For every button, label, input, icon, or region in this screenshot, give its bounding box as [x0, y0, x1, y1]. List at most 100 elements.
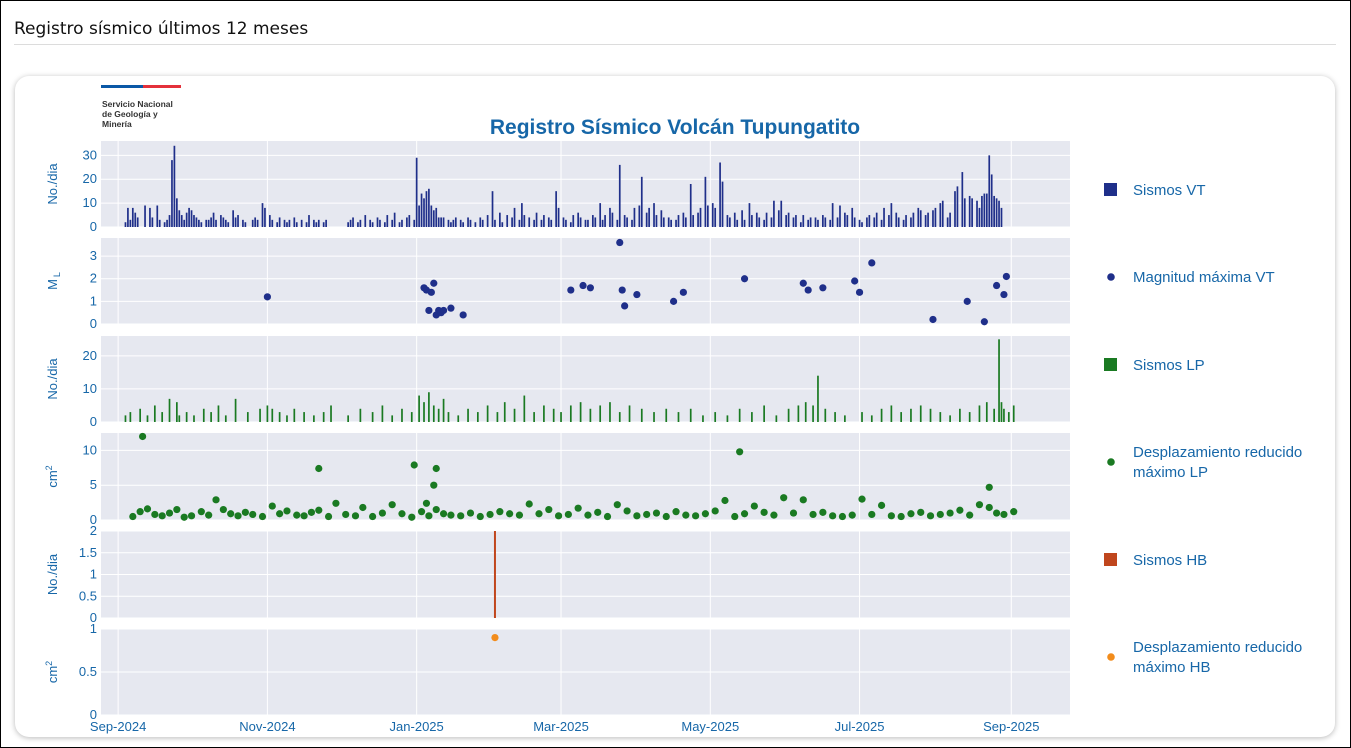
panel-lp-bar	[609, 402, 611, 422]
panel-lp-ytick-label: 10	[83, 381, 97, 396]
panel-ml-point	[804, 286, 812, 294]
panel-dr_lp-point	[907, 510, 915, 518]
panel-dr_lp-point	[398, 510, 406, 518]
panel-dr_lp-point	[187, 512, 196, 520]
panel-dr_lp-point	[496, 508, 504, 516]
panel-vt-bar	[459, 219, 462, 227]
panel-vt-bar	[949, 212, 951, 227]
panel-dr_lp-point	[165, 509, 174, 517]
panel-lp-bar	[919, 405, 922, 422]
panel-vt-bar	[420, 193, 423, 227]
panel-dr_lp-point	[750, 502, 758, 510]
panel-vt-bar	[357, 222, 359, 227]
panel-dr_lp-point	[425, 512, 433, 520]
panel-dr_lp-point	[506, 510, 514, 518]
panel-vt-bar	[611, 212, 614, 227]
panel-vt-bar	[689, 184, 692, 227]
panel-lp-bar	[552, 408, 555, 422]
panel-dr_lp-point	[584, 511, 592, 519]
panel-dr_lp-point	[283, 507, 291, 515]
panel-vt-bar	[640, 176, 643, 227]
panel-vt-bar	[163, 222, 166, 227]
panel-lp-bar	[653, 412, 655, 422]
panel-lp-bar	[844, 415, 846, 422]
panel-vt-bar	[308, 215, 310, 227]
panel-vt-bar	[777, 210, 780, 227]
panel-vt-bar	[682, 212, 685, 227]
panel-lp-bar	[437, 408, 440, 422]
panel-vt-bar	[978, 207, 981, 227]
panel-vt-bar	[386, 215, 389, 227]
panel-dr_lp-point	[682, 511, 690, 519]
panel-vt-ytick-label: 20	[83, 171, 97, 186]
panel-dr_lp-point	[525, 500, 533, 508]
panel-vt-bar	[428, 188, 430, 227]
panel-vt-bar	[853, 217, 856, 227]
panel-vt-bar	[910, 217, 912, 227]
panel-vt-bar	[418, 205, 420, 227]
panel-dr_lp-point	[887, 512, 895, 520]
panel-vt-bar	[268, 215, 271, 227]
panel-vt-bar	[469, 219, 472, 227]
panel-vt-bar	[961, 172, 964, 227]
panel-vt-bar	[773, 200, 775, 227]
panel-vt-bar	[479, 217, 482, 227]
panel-vt-bar	[565, 219, 567, 227]
panel-vt-bar	[577, 212, 580, 227]
panel-vt-bar	[317, 219, 320, 227]
panel-dr_lp-point	[789, 509, 798, 517]
panel-vt-bar	[481, 219, 484, 227]
legend-vt-label: Sismos VT	[1133, 182, 1206, 199]
panel-dr_lp-point	[868, 510, 876, 519]
panel-dr_lp-point	[1010, 508, 1018, 516]
panel-lp-bar	[677, 412, 680, 422]
panel-vt-bar	[513, 207, 516, 227]
panel-lp-bar	[834, 412, 836, 422]
panel-lp-bar	[599, 405, 602, 422]
panel-vt-bar	[521, 203, 523, 227]
panel-vt-bar	[447, 219, 450, 227]
panel-vt-bar	[315, 222, 318, 227]
panel-vt-bar	[751, 215, 753, 227]
panel-vt-bar	[765, 212, 768, 227]
panel-vt-bar	[851, 207, 854, 227]
panel-vt-bar	[494, 219, 496, 227]
panel-lp-bar	[689, 408, 692, 422]
panel-vt-bar	[322, 222, 325, 227]
panel-ml-ytick-label: 0	[90, 316, 97, 331]
chart-card: Servicio Nacional de Geología y Minería …	[15, 76, 1335, 737]
panel-vt-bar	[829, 219, 832, 227]
panel-lp-bar	[929, 408, 932, 422]
panel-vt-bar	[721, 181, 724, 227]
panel-ml-point	[1000, 290, 1008, 299]
panel-lp-bar	[738, 408, 741, 422]
panel-vt-bar	[902, 219, 905, 227]
panel-ml-point	[621, 302, 629, 310]
panel-vt-bar	[785, 215, 788, 227]
panel-vt-bar	[454, 217, 457, 227]
panel-vt-bar	[393, 212, 396, 227]
panel-vt-bar	[704, 176, 707, 227]
panel-lp-bar	[804, 402, 807, 422]
panel-dr_lp-point	[623, 507, 631, 515]
page-header: Registro sísmico últimos 12 meses	[14, 19, 1336, 45]
panel-vt-bar	[631, 219, 633, 227]
panel-lp-bar	[824, 408, 827, 422]
panel-dr_lp-point	[234, 512, 242, 520]
panel-vt-bar	[638, 205, 641, 227]
panel-vt-bar	[371, 222, 374, 227]
panel-lp-bar	[371, 412, 374, 422]
panel-dr_lp-point	[809, 510, 817, 519]
panel-dr_lp-point	[466, 509, 475, 517]
panel-vt-bar	[288, 219, 291, 227]
panel-vt-bar	[655, 215, 658, 227]
panel-lp-bar	[486, 405, 489, 422]
panel-vt-bar	[831, 203, 834, 227]
panel-lp-bar	[467, 408, 469, 422]
panel-ml-point	[868, 259, 876, 267]
panel-vt-bar	[264, 207, 266, 227]
panel-lp-bar	[949, 415, 951, 422]
panel-vt-ylabel: No./dia	[45, 163, 60, 205]
panel-vt-bar	[706, 205, 709, 227]
panel-dr_lp-point	[212, 496, 220, 504]
